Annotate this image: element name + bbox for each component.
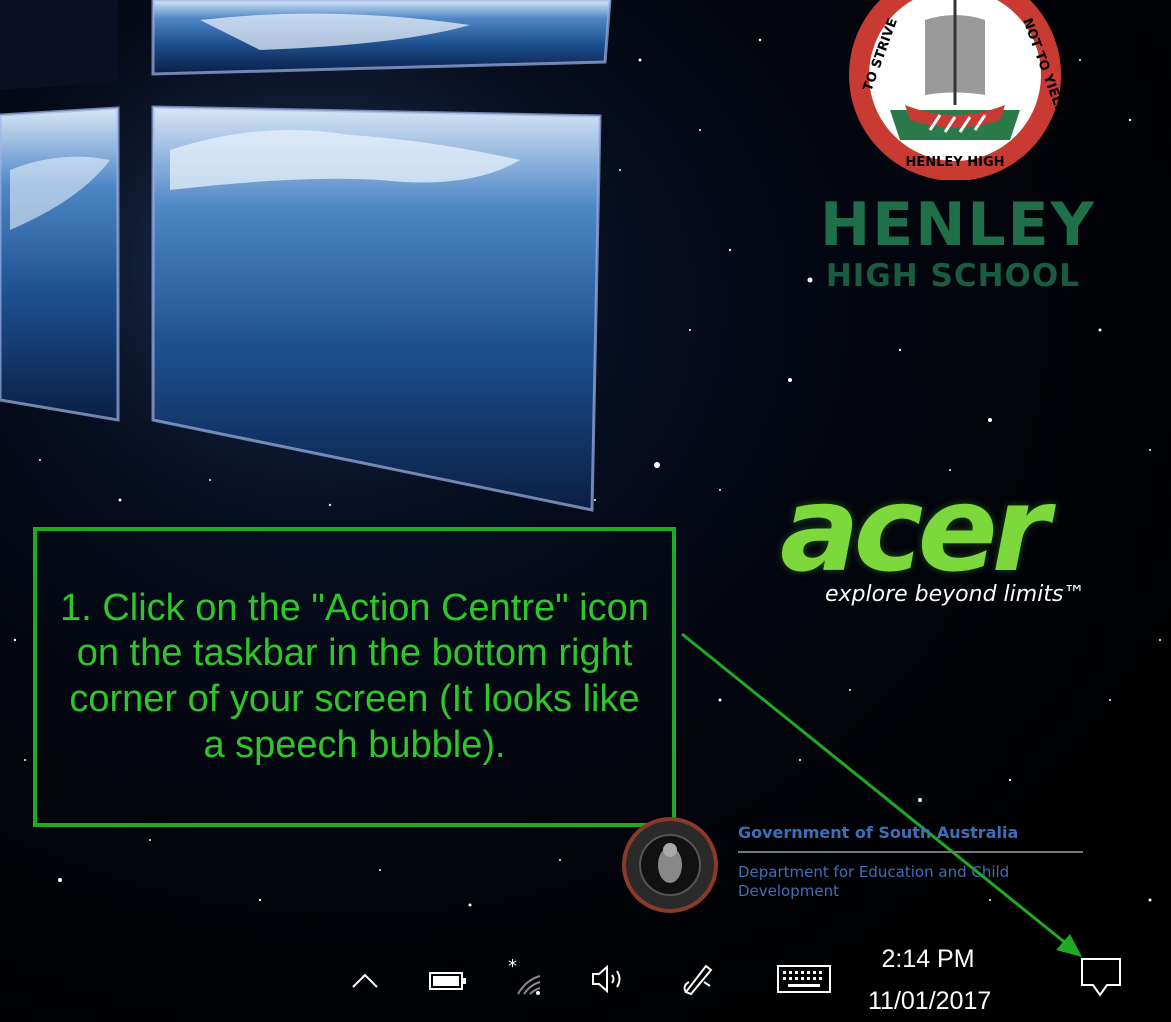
school-crest-logo: TO STRIVE NOT TO YIELD HENLEY HIGH bbox=[849, 0, 1065, 180]
volume-icon[interactable] bbox=[590, 964, 630, 994]
touch-keyboard-icon[interactable] bbox=[776, 964, 832, 994]
taskbar-clock[interactable]: 2:14 PM 11/01/2017 bbox=[868, 938, 992, 1022]
pen-workspace-icon[interactable] bbox=[680, 960, 716, 996]
taskbar: * 2:14 PM 11/01/2017 bbox=[0, 928, 1171, 1022]
acer-wordmark: acer bbox=[780, 460, 1050, 598]
clock-date: 11/01/2017 bbox=[868, 987, 992, 1015]
clock-time: 2:14 PM bbox=[881, 945, 975, 973]
wifi-icon[interactable]: * bbox=[506, 958, 546, 998]
acer-logo: acer explore beyond limits™ bbox=[780, 470, 1160, 630]
svg-text:*: * bbox=[508, 958, 517, 977]
crest-banner: HENLEY HIGH bbox=[905, 155, 1004, 170]
government-subtitle: Department for Education and Child Devel… bbox=[738, 863, 1010, 900]
school-name-line1: HENLEY bbox=[820, 190, 1097, 260]
government-divider bbox=[738, 851, 1083, 853]
school-name: HENLEY HIGH SCHOOL bbox=[820, 190, 1097, 294]
government-title: Government of South Australia bbox=[738, 823, 1019, 842]
action-center-speech-bubble-icon[interactable] bbox=[1078, 955, 1124, 1001]
battery-icon[interactable] bbox=[428, 971, 468, 991]
government-seal-icon bbox=[622, 817, 718, 913]
school-name-line2: HIGH SCHOOL bbox=[825, 258, 1080, 294]
windows-logo-wallpaper bbox=[0, 0, 620, 520]
desktop: TO STRIVE NOT TO YIELD HENLEY HIGH HENLE… bbox=[0, 0, 1171, 1022]
instruction-text: 1. Click on the "Action Centre" icon on … bbox=[60, 586, 649, 766]
show-hidden-icons-chevron-icon[interactable] bbox=[350, 970, 380, 990]
acer-tagline: explore beyond limits™ bbox=[825, 582, 1086, 607]
government-logo: Government of South Australia Department… bbox=[620, 815, 1090, 915]
instruction-callout: 1. Click on the "Action Centre" icon on … bbox=[33, 527, 676, 827]
